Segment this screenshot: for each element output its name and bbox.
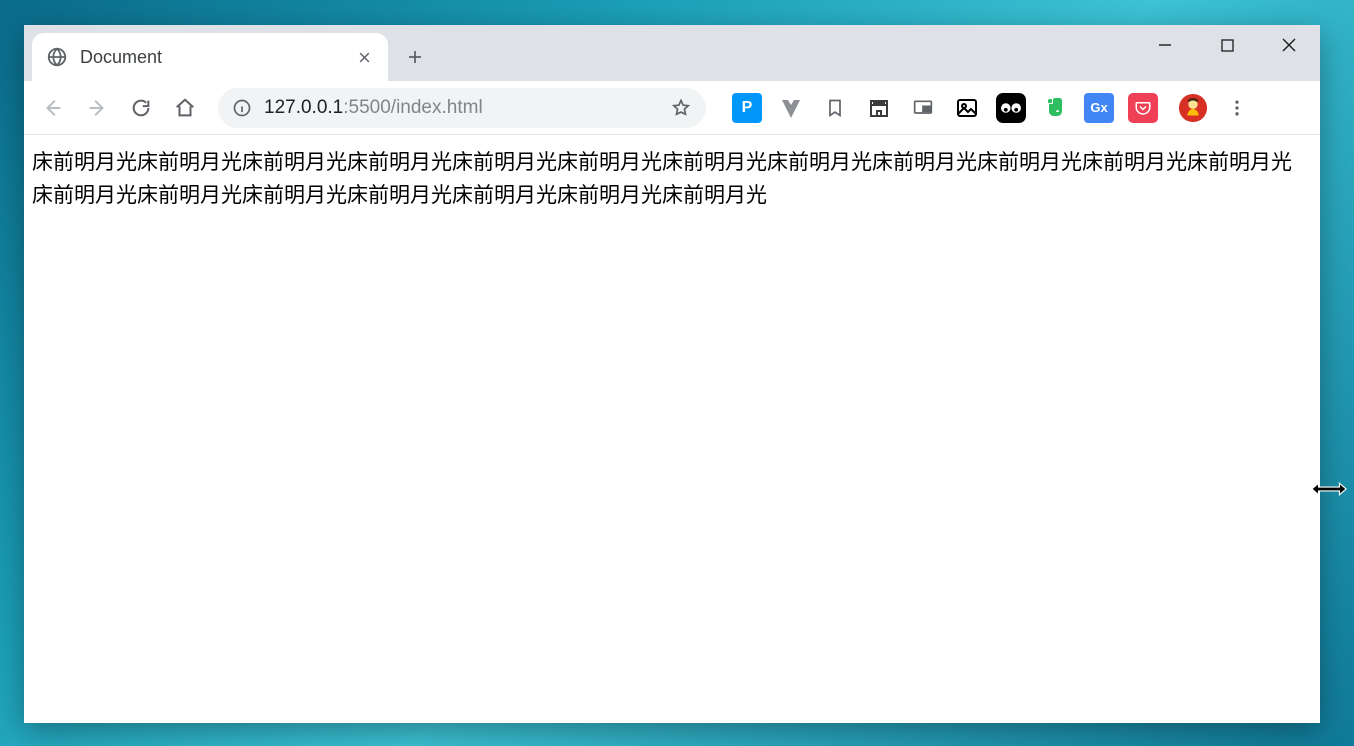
evernote-icon[interactable] — [1040, 93, 1070, 123]
browser-window: Document — [24, 25, 1320, 723]
new-tab-button[interactable] — [398, 40, 432, 74]
extensions-row: P Gx — [732, 93, 1158, 123]
globe-icon — [46, 46, 68, 68]
bookmark-star-icon[interactable] — [670, 97, 692, 119]
menu-button[interactable] — [1218, 89, 1256, 127]
resize-horizontal-cursor-icon — [1310, 479, 1348, 499]
site-info-icon[interactable] — [232, 98, 252, 118]
close-tab-button[interactable] — [354, 47, 374, 67]
browser-tab[interactable]: Document — [32, 33, 388, 81]
url-text: 127.0.0.1:5500/index.html — [264, 97, 658, 119]
vue-icon[interactable] — [776, 93, 806, 123]
pip-icon[interactable] — [908, 93, 938, 123]
back-button[interactable] — [34, 89, 72, 127]
address-bar[interactable]: 127.0.0.1:5500/index.html — [218, 88, 706, 128]
pixiv-icon[interactable]: P — [732, 93, 762, 123]
toolbar: 127.0.0.1:5500/index.html P — [24, 81, 1320, 135]
window-controls — [1134, 25, 1320, 65]
page-viewport: 床前明月光床前明月光床前明月光床前明月光床前明月光床前明月光床前明月光床前明月光… — [24, 135, 1320, 723]
forward-button[interactable] — [78, 89, 116, 127]
url-host: 127.0.0.1 — [264, 97, 343, 118]
home-button[interactable] — [166, 89, 204, 127]
tab-strip: Document — [24, 25, 1320, 81]
maximize-button[interactable] — [1196, 25, 1258, 65]
castle-icon[interactable] — [864, 93, 894, 123]
url-path: :5500/index.html — [343, 97, 482, 118]
reload-button[interactable] — [122, 89, 160, 127]
page-body-text: 床前明月光床前明月光床前明月光床前明月光床前明月光床前明月光床前明月光床前明月光… — [32, 145, 1312, 210]
tab-title: Document — [80, 47, 342, 68]
minimize-button[interactable] — [1134, 25, 1196, 65]
eyes-icon[interactable] — [996, 93, 1026, 123]
close-window-button[interactable] — [1258, 25, 1320, 65]
bookmark-ribbon-icon[interactable] — [820, 93, 850, 123]
translate-icon[interactable]: Gx — [1084, 93, 1114, 123]
pocket-icon[interactable] — [1128, 93, 1158, 123]
profile-avatar[interactable] — [1174, 89, 1212, 127]
image-icon[interactable] — [952, 93, 982, 123]
